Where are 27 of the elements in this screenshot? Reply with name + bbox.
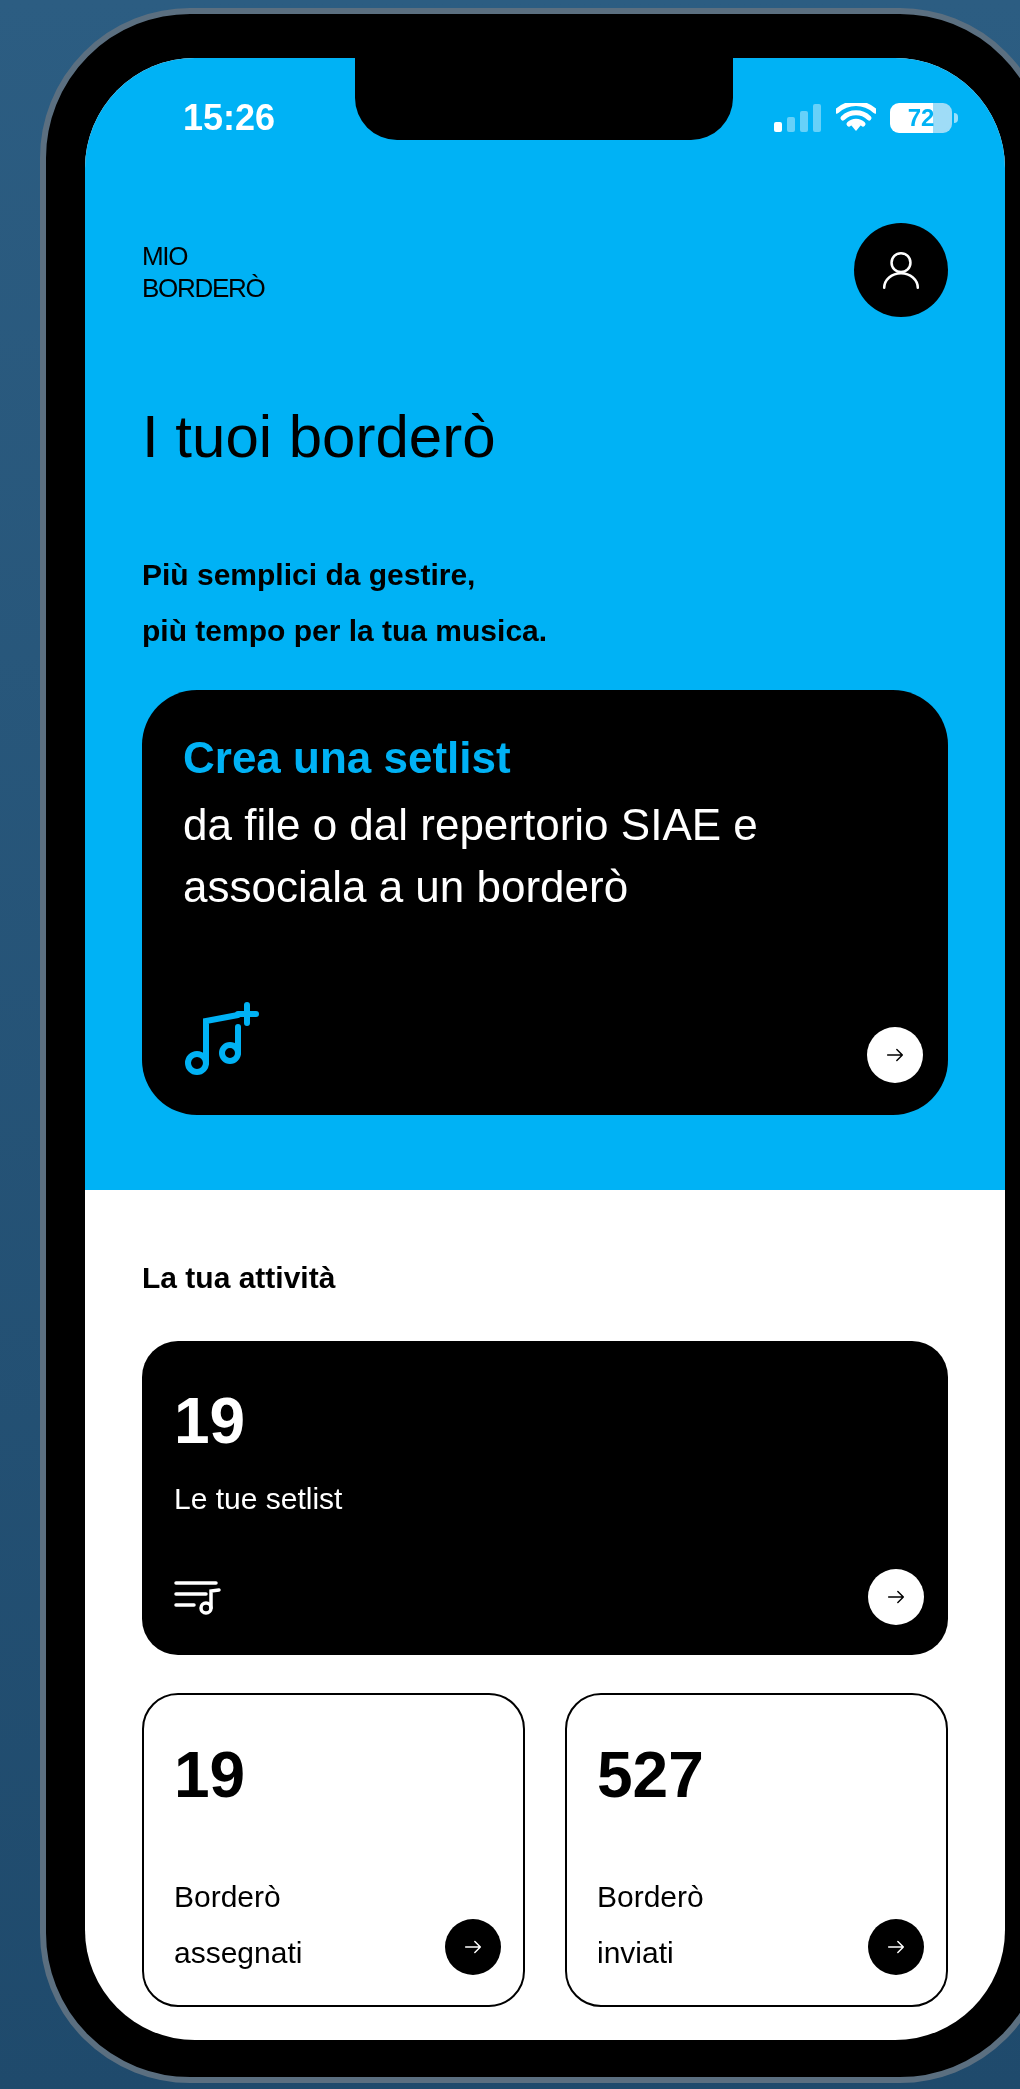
stat-count: 19 bbox=[174, 1384, 247, 1459]
stat-card[interactable]: 527 Borderò inviati bbox=[565, 1693, 948, 2007]
page-title: I tuoi borderò bbox=[142, 402, 497, 472]
arrow-button[interactable] bbox=[445, 1919, 501, 1975]
stat-card[interactable]: 19 Borderò assegnati bbox=[142, 1693, 525, 2007]
create-setlist-card[interactable]: Crea una setlist da file o dal repertorio SIAE e associala a un borderò bbox=[142, 690, 948, 1115]
signal-icon bbox=[774, 104, 822, 132]
stat-label: Le tue setlist bbox=[174, 1481, 344, 1517]
stat-count: 19 bbox=[174, 1738, 247, 1813]
app-logo: MIO BORDERÒ bbox=[142, 240, 265, 304]
card-title: Crea una setlist bbox=[183, 732, 512, 784]
wifi-icon bbox=[836, 103, 876, 133]
arrow-button[interactable] bbox=[868, 1569, 924, 1625]
stat-count: 527 bbox=[597, 1738, 705, 1813]
playlist-icon bbox=[174, 1579, 222, 1615]
card-description: da file o dal repertorio SIAE e associala a un borderò bbox=[183, 799, 759, 913]
setlist-card[interactable]: 19 Le tue setlist bbox=[142, 1341, 948, 1655]
arrow-button[interactable] bbox=[868, 1919, 924, 1975]
stat-label: Borderò inviati bbox=[597, 1879, 705, 1971]
stat-label: Borderò assegnati bbox=[174, 1879, 304, 1971]
battery-indicator: 72 bbox=[890, 103, 952, 133]
status-time: 15:26 bbox=[183, 96, 276, 140]
arrow-button[interactable] bbox=[867, 1027, 923, 1083]
user-icon bbox=[880, 249, 922, 291]
subtitle-line: Più semplici da gestire, bbox=[142, 557, 477, 593]
subtitle-line: più tempo per la tua musica. bbox=[142, 613, 549, 649]
section-heading: La tua attività bbox=[142, 1260, 337, 1296]
